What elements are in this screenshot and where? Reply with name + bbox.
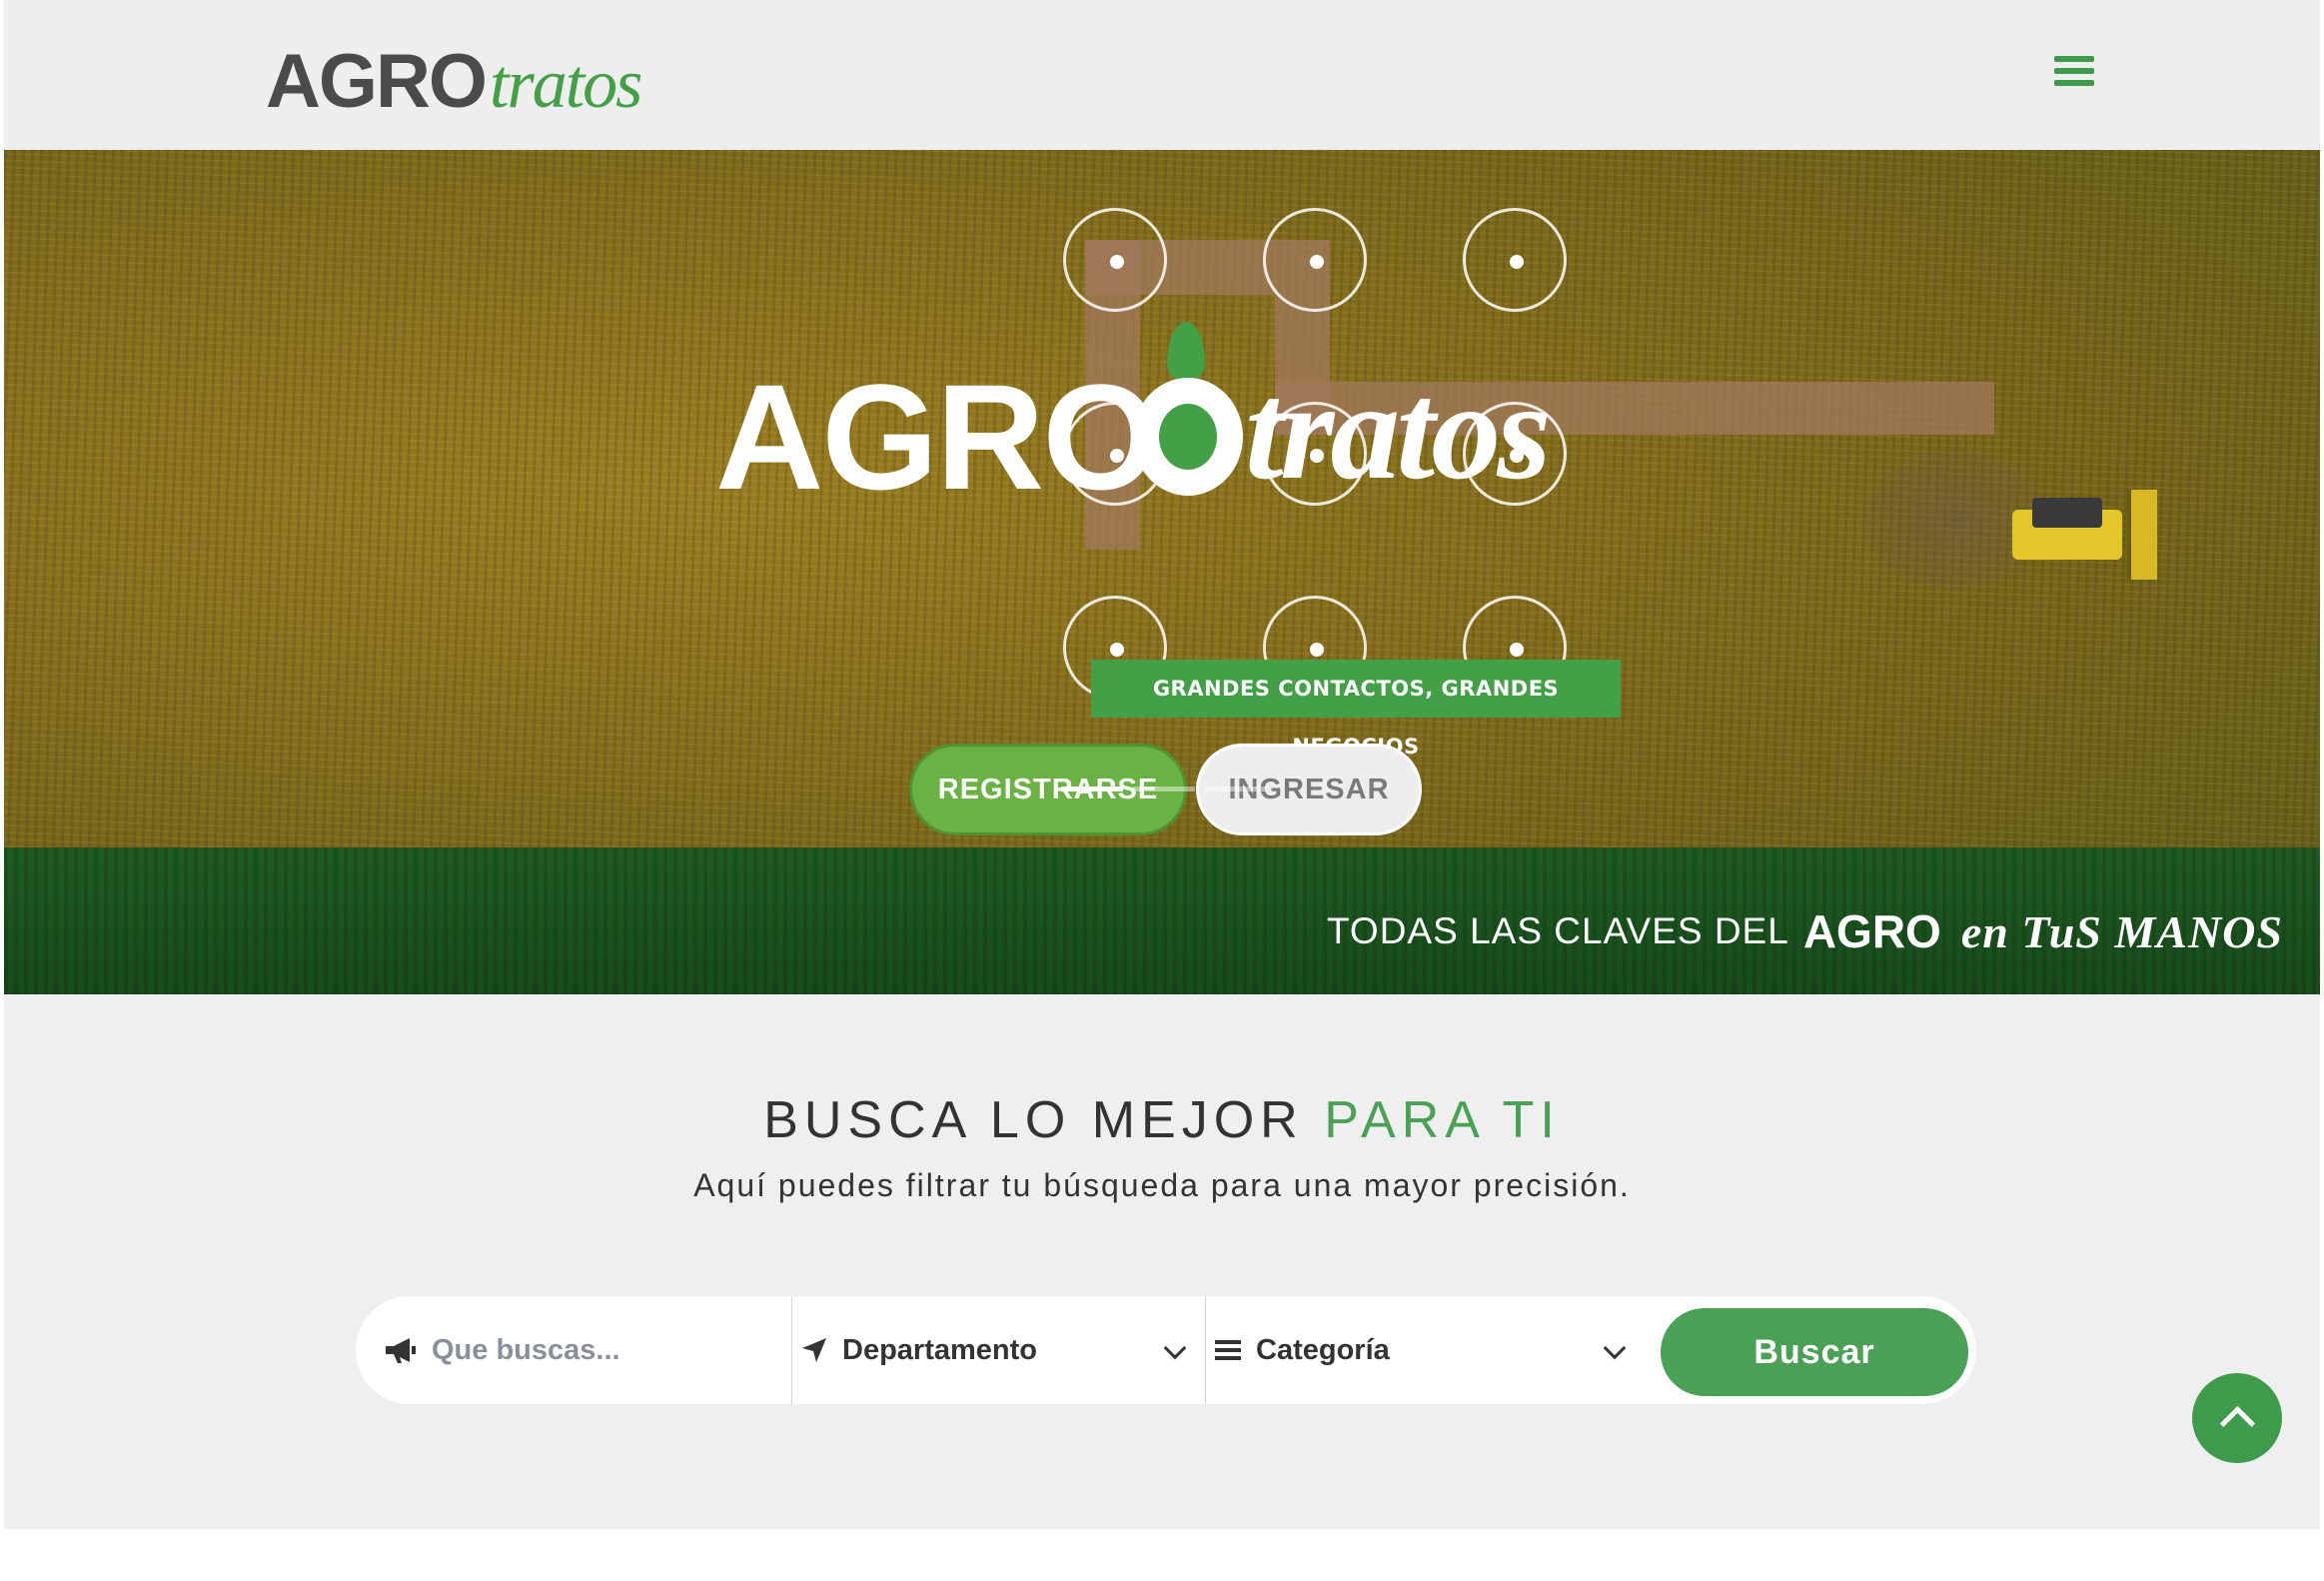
hero-slogan: TODAS LAS CLAVES DEL AGRO en TuS MANOS — [1327, 896, 2283, 966]
harvester-image — [2002, 490, 2172, 580]
site-header: AGRO tratos — [4, 0, 2320, 150]
logo-o-mark — [1133, 378, 1243, 496]
next-section — [4, 1529, 2320, 1581]
slogan-brand: AGRO — [1802, 905, 1941, 957]
leaf-icon — [1167, 322, 1205, 382]
search-title-main: BUSCA LO MEJOR — [763, 1091, 1304, 1149]
search-input[interactable] — [432, 1333, 761, 1367]
list-icon — [1215, 1340, 1241, 1360]
page: AGRO tratos AGRO tratos GRANDES CONTACTO… — [4, 0, 2320, 1581]
hero-logo-tratos: tratos — [1245, 354, 1552, 509]
chevron-down-icon — [1603, 1336, 1627, 1360]
site-logo[interactable]: AGRO tratos — [266, 30, 642, 124]
carousel-indicators — [1061, 787, 1267, 791]
category-select[interactable]: Categoría — [1205, 1296, 1645, 1404]
department-select[interactable]: Departamento — [791, 1296, 1205, 1404]
path-node — [1063, 208, 1167, 312]
carousel-indicator[interactable] — [1205, 787, 1267, 791]
hero-banner — [4, 150, 2320, 994]
category-label: Categoría — [1256, 1333, 1390, 1366]
search-bar: Departamento Categoría Buscar — [356, 1296, 1976, 1404]
search-title-accent: PARA TI — [1324, 1091, 1561, 1149]
hamburger-menu-icon[interactable] — [2054, 56, 2094, 92]
search-button[interactable]: Buscar — [1661, 1308, 1968, 1396]
slogan-prefix: TODAS LAS CLAVES DEL — [1327, 910, 1789, 951]
search-title: BUSCA LO MEJOR PARA TI — [4, 1090, 2320, 1150]
chevron-down-icon — [1163, 1336, 1187, 1360]
path-node — [1263, 208, 1367, 312]
query-field — [384, 1296, 791, 1404]
hero-logo: AGRO tratos — [715, 322, 1635, 512]
logo-agro-text: AGRO — [266, 39, 488, 124]
carousel-indicator[interactable] — [1061, 787, 1123, 791]
path-node — [1463, 208, 1567, 312]
hero-logo-agro: AGRO — [715, 353, 1159, 521]
department-label: Departamento — [842, 1333, 1037, 1366]
logo-tratos-text: tratos — [490, 46, 642, 123]
megaphone-icon — [386, 1338, 416, 1363]
search-subtitle: Aquí puedes filtrar tu búsqueda para una… — [693, 1167, 1631, 1203]
back-to-top-chevron-up-icon[interactable] — [2192, 1373, 2282, 1463]
carousel-indicator[interactable] — [1133, 787, 1195, 791]
location-arrow-icon — [802, 1338, 826, 1362]
hero-tagline: GRANDES CONTACTOS, GRANDES NEGOCIOS — [1091, 660, 1621, 759]
slogan-suffix: en TuS MANOS — [1960, 905, 2283, 957]
search-section: BUSCA LO MEJOR PARA TI Aquí puedes filtr… — [4, 994, 2320, 1529]
